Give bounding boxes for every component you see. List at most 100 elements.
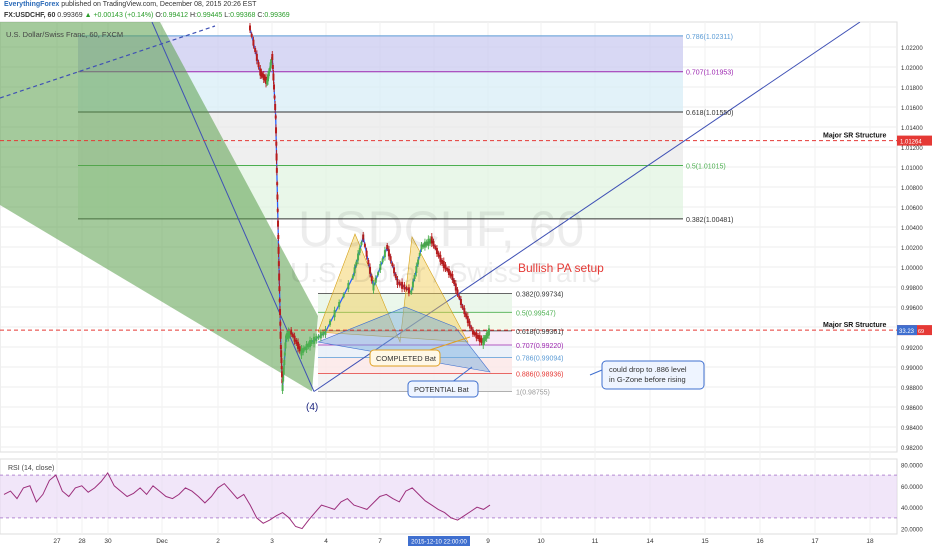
candle-body	[282, 377, 285, 382]
candle-body	[271, 54, 274, 60]
candle-body	[461, 305, 464, 309]
y-tick-label: 1.01800	[901, 86, 923, 92]
y-tick-label: 0.99600	[901, 306, 923, 312]
candle-body	[275, 141, 278, 146]
candle-body	[279, 331, 282, 339]
candle-body	[293, 335, 296, 342]
candle-body	[459, 299, 462, 305]
x-tick-label: 3	[270, 538, 274, 545]
y-tick-label: 1.01600	[901, 106, 923, 112]
candle-body	[278, 298, 281, 302]
fib-level-label: 0.618(1.01550)	[686, 110, 733, 117]
x-tick-label: 30	[104, 538, 112, 545]
candle-body	[277, 261, 280, 267]
candle-body	[277, 246, 280, 254]
candle-body	[254, 48, 257, 52]
candle-body	[295, 340, 298, 344]
price-chart[interactable]: 1.02200 1.02000 1.01800 1.01600 1.01400 1.012…	[0, 0, 932, 550]
candle-body	[480, 337, 483, 343]
candle-body	[276, 194, 279, 200]
y-tick-label: 1.01400	[901, 126, 923, 132]
y-tick-label: 0.98800	[901, 386, 923, 392]
fib-level-label: 0.707(1.01953)	[686, 70, 733, 77]
candle-body	[478, 335, 481, 343]
completed-bat-label: COMPLETED Bat	[376, 354, 437, 363]
fib-level-label: 0.707(0.99220)	[516, 343, 563, 350]
x-tick-label: 18	[866, 538, 874, 545]
candle-body	[410, 290, 413, 294]
y-tick-label: 1.00400	[901, 226, 923, 232]
fib-level-label: 0.786(0.99094)	[516, 356, 563, 363]
candle-body	[309, 340, 312, 348]
candle-body	[274, 104, 277, 110]
note-line-1: could drop to .886 level	[609, 365, 687, 374]
candle-body	[275, 153, 278, 161]
x-tick-label: 15	[701, 538, 709, 545]
sr-label: Major SR Structure	[823, 133, 887, 140]
candle-body	[313, 336, 316, 344]
fib-level-label: 0.5(0.99547)	[516, 310, 556, 317]
rsi-tick-label: 60.0000	[901, 485, 923, 491]
x-tick-label: Dec	[156, 538, 168, 545]
y-tick-label: 1.00600	[901, 206, 923, 212]
y-tick-label: 0.99200	[901, 346, 923, 352]
point-4-label: (4)	[306, 402, 318, 413]
rsi-tick-label: 40.0000	[901, 506, 923, 512]
sr-label: Major SR Structure	[823, 322, 887, 329]
rsi-label: RSI (14, close)	[8, 465, 54, 472]
fib-level-label: 0.382(1.00481)	[686, 217, 733, 224]
x-tick-label: 17	[811, 538, 819, 545]
fib-level-label: 0.5(1.01015)	[686, 164, 726, 171]
candle-body	[276, 208, 279, 212]
candle-body	[298, 346, 301, 352]
candle-body	[475, 332, 478, 339]
candle-body	[275, 127, 278, 134]
potential-bat-label: POTENTIAL Bat	[414, 385, 470, 394]
fib-level-label: 0.382(0.99734)	[516, 292, 563, 299]
candle-body	[315, 336, 318, 342]
candle-body	[279, 321, 282, 326]
y-tick-label: 1.00800	[901, 186, 923, 192]
candle-body	[277, 235, 280, 239]
y-tick-label: 0.98600	[901, 406, 923, 412]
candle-body	[322, 331, 325, 336]
candle-body	[338, 302, 341, 307]
candle-body	[283, 352, 286, 356]
candle-body	[342, 293, 345, 297]
x-tick-label: 11	[592, 538, 599, 545]
x-tick-label: 2	[216, 538, 220, 545]
rsi-tick-label: 20.0000	[901, 528, 923, 534]
completed-bat-callout[interactable]: COMPLETED Bat	[369, 349, 441, 367]
candle-body	[302, 347, 305, 353]
candle-body	[317, 335, 320, 339]
candle-body	[477, 335, 480, 339]
candle-body	[280, 358, 283, 364]
candle-body	[276, 182, 279, 186]
candle-body	[329, 320, 332, 325]
y-tick-label: 1.01000	[901, 166, 923, 172]
candle-body	[310, 340, 313, 344]
candle-body	[278, 273, 281, 281]
candle-body	[274, 115, 277, 119]
candle-body	[468, 321, 471, 327]
candle-body	[465, 313, 468, 318]
note-callout[interactable]: could drop to .886 level in G-Zone befor…	[601, 360, 705, 390]
candle-body	[250, 33, 253, 37]
y-tick-label: 0.98200	[901, 446, 923, 452]
candle-body	[249, 25, 251, 31]
potential-bat-callout[interactable]: POTENTIAL Bat	[407, 380, 479, 398]
candle-body	[307, 343, 310, 348]
crosshair-date-label: 2015-12-10 22:00:00	[411, 540, 467, 546]
rsi-band	[0, 475, 897, 518]
x-tick-label: 7	[378, 538, 382, 545]
fib-level-label: 0.786(1.02311)	[686, 34, 733, 41]
candle-body	[273, 95, 276, 99]
y-tick-label: 1.00000	[901, 266, 923, 272]
candle-body	[407, 287, 410, 294]
candle-body	[255, 53, 258, 61]
rsi-pane	[0, 471, 897, 530]
candle-body	[466, 316, 469, 323]
candle-body	[252, 39, 255, 46]
candle-body	[277, 220, 280, 227]
candle-body	[300, 348, 303, 356]
